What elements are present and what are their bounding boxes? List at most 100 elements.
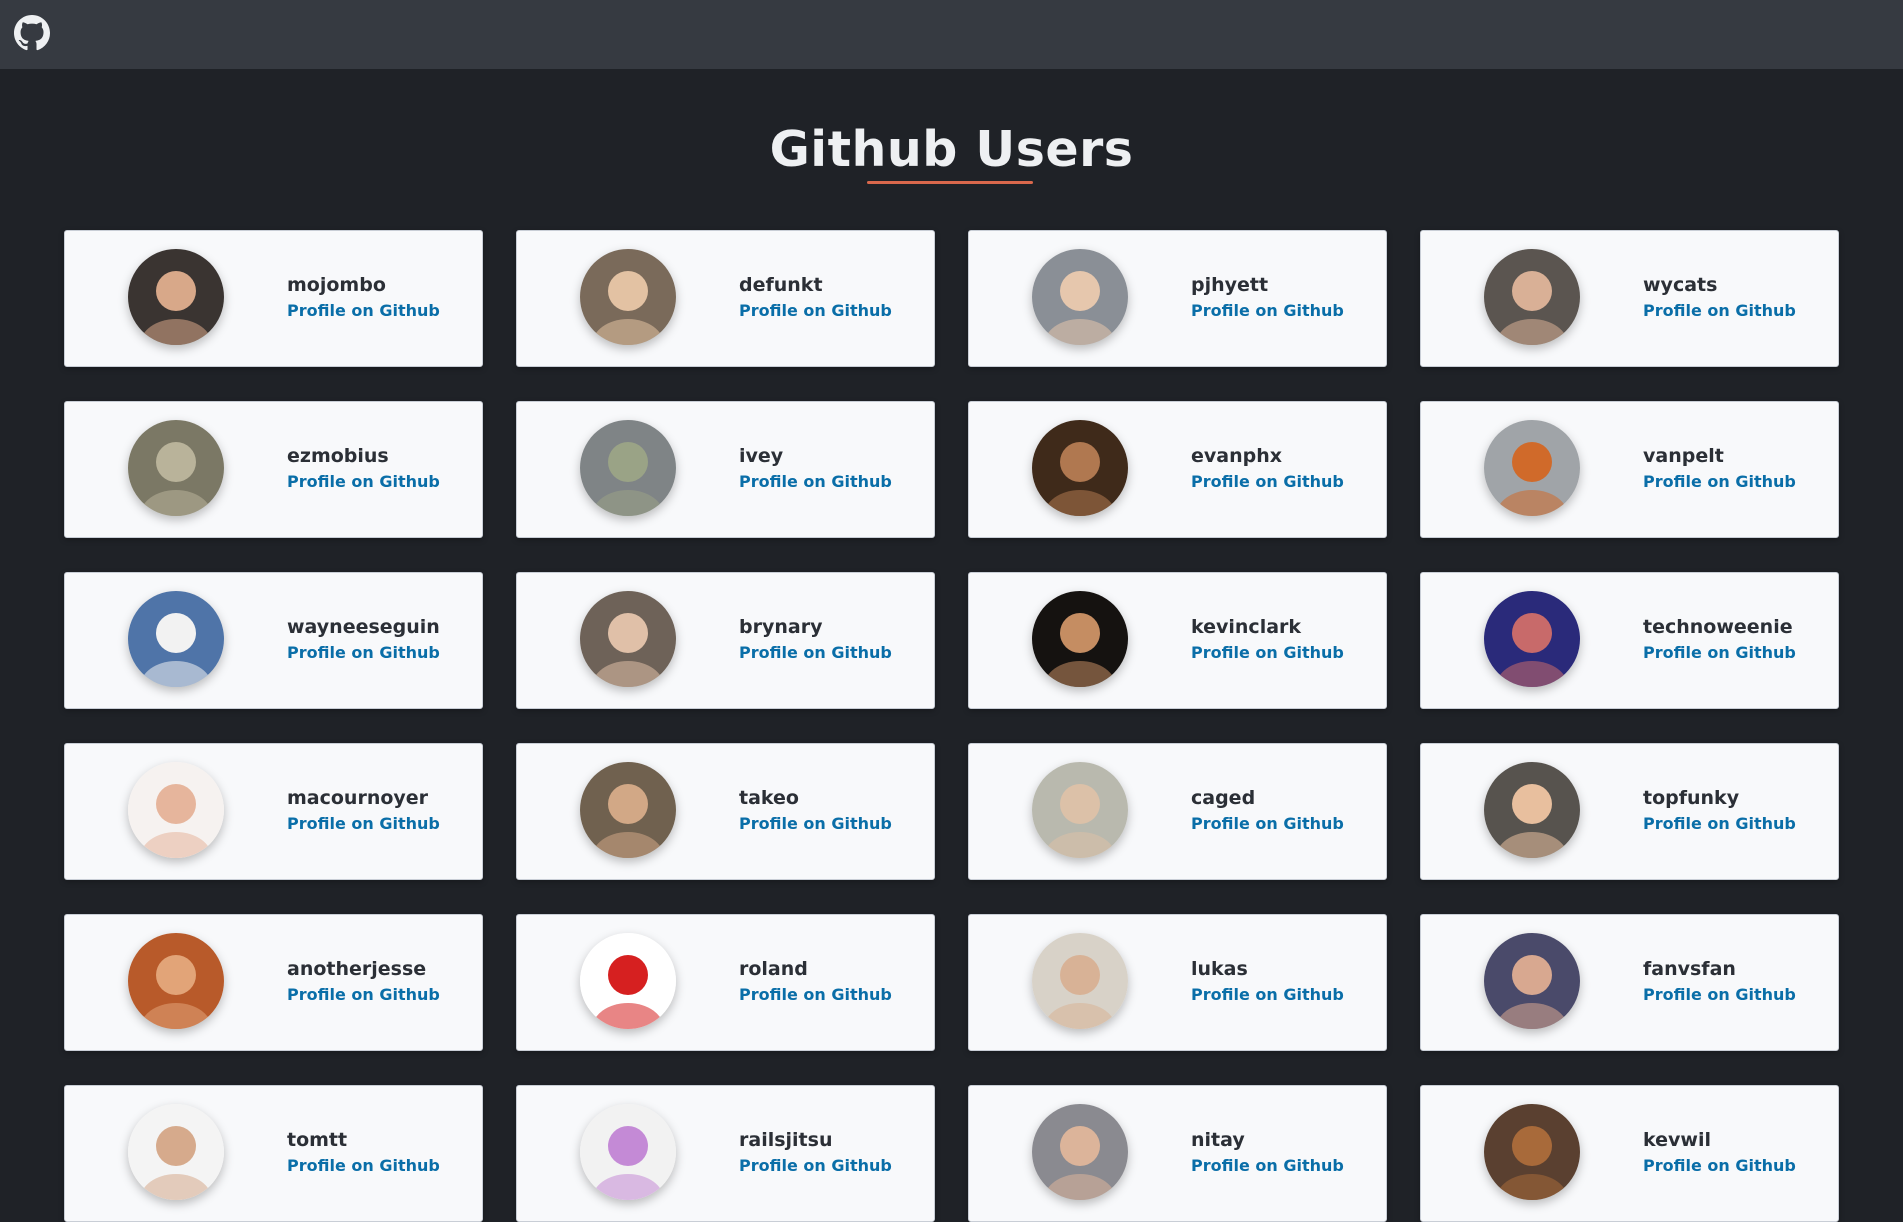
user-info: evanphx Profile on Github xyxy=(1191,444,1344,493)
avatar[interactable] xyxy=(1032,1104,1128,1200)
user-login: pjhyett xyxy=(1191,274,1269,296)
user-card: macournoyer Profile on Github xyxy=(64,743,483,880)
user-login: tomtt xyxy=(287,1129,348,1151)
avatar[interactable] xyxy=(1032,762,1128,858)
user-login: ezmobius xyxy=(287,445,389,467)
avatar[interactable] xyxy=(1032,933,1128,1029)
profile-link[interactable]: Profile on Github xyxy=(1191,642,1344,664)
user-card: vanpelt Profile on Github xyxy=(1420,401,1839,538)
user-info: anotherjesse Profile on Github xyxy=(287,957,440,1006)
user-info: roland Profile on Github xyxy=(739,957,892,1006)
avatar[interactable] xyxy=(128,1104,224,1200)
profile-link[interactable]: Profile on Github xyxy=(1643,642,1796,664)
profile-link[interactable]: Profile on Github xyxy=(1191,813,1344,835)
avatar[interactable] xyxy=(1484,933,1580,1029)
avatar[interactable] xyxy=(128,762,224,858)
profile-link[interactable]: Profile on Github xyxy=(1191,1155,1344,1177)
profile-link[interactable]: Profile on Github xyxy=(739,1155,892,1177)
profile-link[interactable]: Profile on Github xyxy=(1191,984,1344,1006)
user-login: kevinclark xyxy=(1191,616,1302,638)
profile-link[interactable]: Profile on Github xyxy=(287,1155,440,1177)
avatar[interactable] xyxy=(580,591,676,687)
user-info: wayneeseguin Profile on Github xyxy=(287,615,440,664)
user-info: nitay Profile on Github xyxy=(1191,1128,1344,1177)
user-login: brynary xyxy=(739,616,823,638)
profile-link[interactable]: Profile on Github xyxy=(287,471,440,493)
user-login: roland xyxy=(739,958,808,980)
user-login: macournoyer xyxy=(287,787,429,809)
avatar[interactable] xyxy=(1032,249,1128,345)
profile-link[interactable]: Profile on Github xyxy=(739,471,892,493)
profile-link[interactable]: Profile on Github xyxy=(1191,471,1344,493)
user-login: caged xyxy=(1191,787,1256,809)
profile-link[interactable]: Profile on Github xyxy=(287,984,440,1006)
user-card: defunkt Profile on Github xyxy=(516,230,935,367)
user-card: kevwil Profile on Github xyxy=(1420,1085,1839,1222)
avatar[interactable] xyxy=(580,933,676,1029)
user-card: kevinclark Profile on Github xyxy=(968,572,1387,709)
profile-link[interactable]: Profile on Github xyxy=(1643,813,1796,835)
profile-link[interactable]: Profile on Github xyxy=(1643,984,1796,1006)
user-card: nitay Profile on Github xyxy=(968,1085,1387,1222)
user-card: tomtt Profile on Github xyxy=(64,1085,483,1222)
profile-link[interactable]: Profile on Github xyxy=(287,300,440,322)
avatar[interactable] xyxy=(128,933,224,1029)
avatar[interactable] xyxy=(580,762,676,858)
avatar[interactable] xyxy=(1032,591,1128,687)
avatar[interactable] xyxy=(580,420,676,516)
avatar[interactable] xyxy=(1484,1104,1580,1200)
user-login: wycats xyxy=(1643,274,1718,296)
user-card: ezmobius Profile on Github xyxy=(64,401,483,538)
profile-link[interactable]: Profile on Github xyxy=(1643,300,1796,322)
user-login: mojombo xyxy=(287,274,386,296)
profile-link[interactable]: Profile on Github xyxy=(739,642,892,664)
avatar[interactable] xyxy=(580,249,676,345)
user-login: anotherjesse xyxy=(287,958,427,980)
user-info: technoweenie Profile on Github xyxy=(1643,615,1796,664)
user-login: fanvsfan xyxy=(1643,958,1736,980)
avatar[interactable] xyxy=(128,249,224,345)
avatar[interactable] xyxy=(1484,762,1580,858)
profile-link[interactable]: Profile on Github xyxy=(739,813,892,835)
user-card: pjhyett Profile on Github xyxy=(968,230,1387,367)
user-info: brynary Profile on Github xyxy=(739,615,892,664)
user-card: anotherjesse Profile on Github xyxy=(64,914,483,1051)
avatar[interactable] xyxy=(1484,420,1580,516)
avatar[interactable] xyxy=(580,1104,676,1200)
profile-link[interactable]: Profile on Github xyxy=(1643,471,1796,493)
user-login: evanphx xyxy=(1191,445,1283,467)
profile-link[interactable]: Profile on Github xyxy=(287,813,440,835)
user-info: mojombo Profile on Github xyxy=(287,273,440,322)
user-card: wycats Profile on Github xyxy=(1420,230,1839,367)
user-login: vanpelt xyxy=(1643,445,1724,467)
avatar[interactable] xyxy=(1032,420,1128,516)
profile-link[interactable]: Profile on Github xyxy=(739,300,892,322)
user-info: railsjitsu Profile on Github xyxy=(739,1128,892,1177)
avatar[interactable] xyxy=(1484,591,1580,687)
profile-link[interactable]: Profile on Github xyxy=(287,642,440,664)
avatar[interactable] xyxy=(128,420,224,516)
user-login: defunkt xyxy=(739,274,823,296)
user-info: topfunky Profile on Github xyxy=(1643,786,1796,835)
profile-link[interactable]: Profile on Github xyxy=(739,984,892,1006)
user-card: fanvsfan Profile on Github xyxy=(1420,914,1839,1051)
user-info: lukas Profile on Github xyxy=(1191,957,1344,1006)
avatar[interactable] xyxy=(128,591,224,687)
avatar[interactable] xyxy=(1484,249,1580,345)
user-card: technoweenie Profile on Github xyxy=(1420,572,1839,709)
user-login: takeo xyxy=(739,787,799,809)
profile-link[interactable]: Profile on Github xyxy=(1643,1155,1796,1177)
user-card: caged Profile on Github xyxy=(968,743,1387,880)
user-card: evanphx Profile on Github xyxy=(968,401,1387,538)
user-info: caged Profile on Github xyxy=(1191,786,1344,835)
user-info: defunkt Profile on Github xyxy=(739,273,892,322)
github-icon[interactable] xyxy=(14,15,50,51)
profile-link[interactable]: Profile on Github xyxy=(1191,300,1344,322)
user-info: macournoyer Profile on Github xyxy=(287,786,440,835)
user-card: railsjitsu Profile on Github xyxy=(516,1085,935,1222)
user-login: technoweenie xyxy=(1643,616,1793,638)
user-login: kevwil xyxy=(1643,1129,1711,1151)
user-info: takeo Profile on Github xyxy=(739,786,892,835)
user-login: lukas xyxy=(1191,958,1248,980)
user-info: tomtt Profile on Github xyxy=(287,1128,440,1177)
